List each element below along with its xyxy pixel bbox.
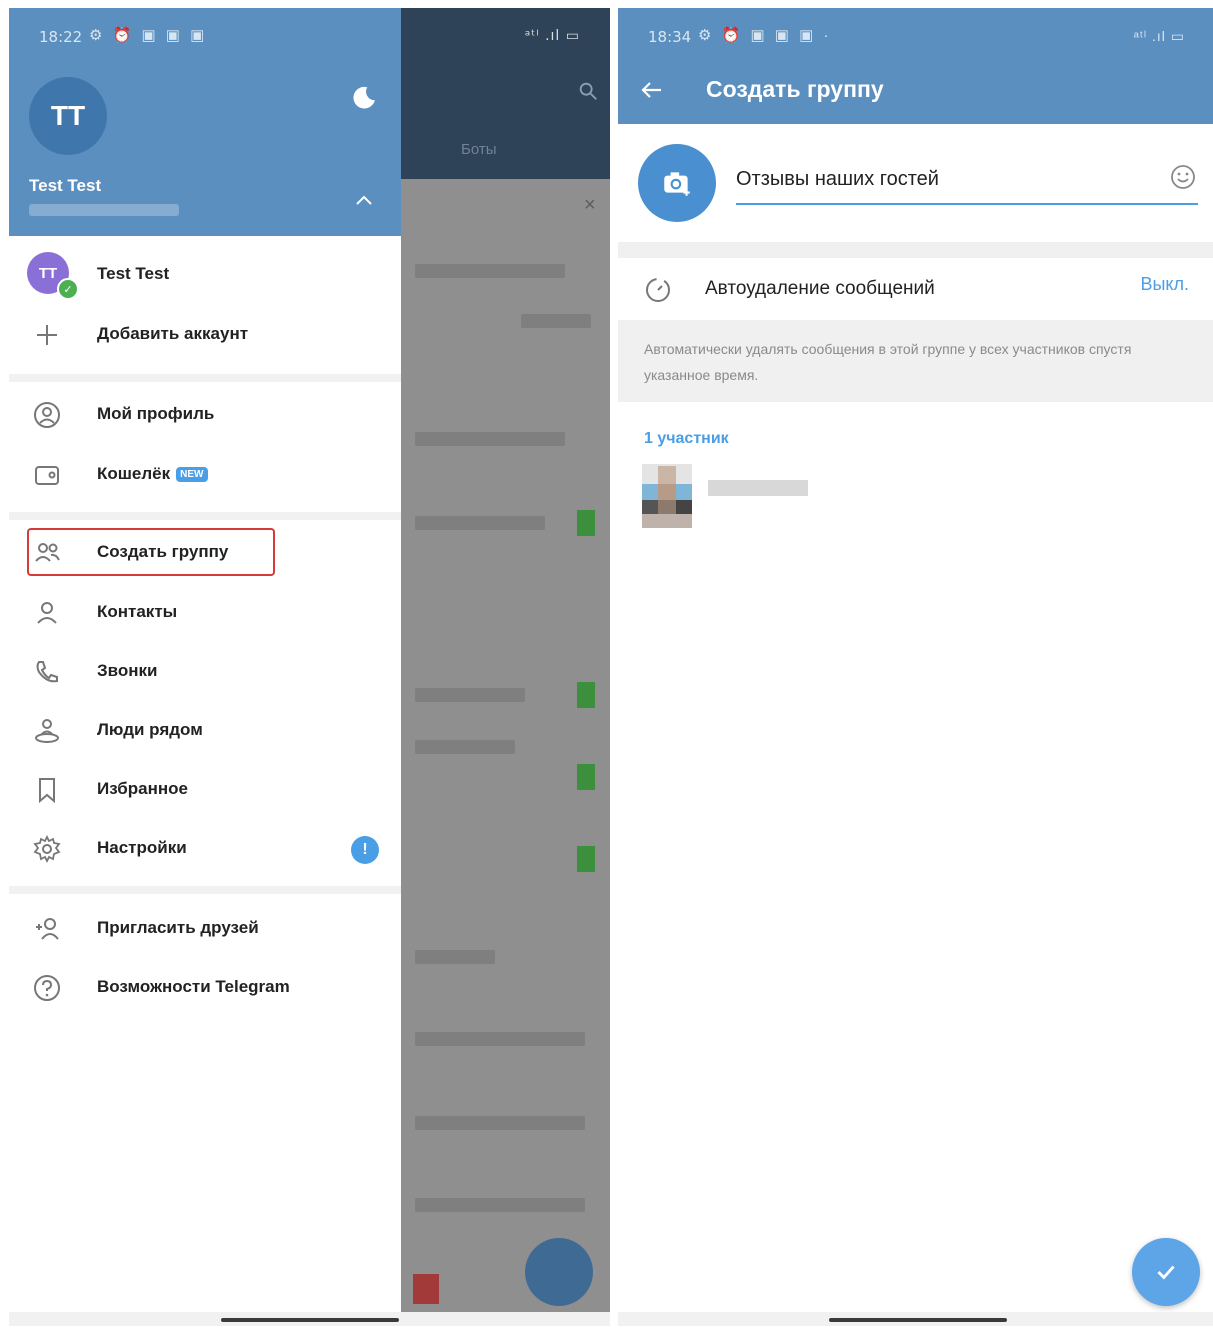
phone-icon	[36, 661, 58, 683]
menu-label: Избранное	[97, 779, 188, 798]
user-name: Test Test	[29, 176, 102, 195]
account-item[interactable]: TT ✓ Test Test	[9, 248, 401, 300]
blurred-chat-row	[521, 314, 591, 328]
background-chat-list: ᵃᵗˡ .ıl ▭ Боты ×	[401, 8, 610, 1326]
group-icon	[35, 543, 60, 562]
divider	[9, 374, 401, 382]
gear-icon	[33, 835, 61, 863]
bookmark-icon	[39, 778, 55, 804]
pencil-icon	[525, 1238, 593, 1306]
back-arrow-icon[interactable]	[640, 78, 664, 102]
compose-button[interactable]	[525, 1238, 593, 1306]
menu-label: Мой профиль	[97, 404, 215, 423]
member-name-blurred	[708, 480, 808, 496]
blurred-chat-row	[415, 516, 545, 530]
check-icon: ✓	[57, 278, 79, 300]
status-icons: ⚙ ⏰ ▣ ▣ ▣ ·	[698, 27, 832, 44]
blurred-chat-row	[415, 950, 495, 964]
add-account-label: Добавить аккаунт	[97, 324, 249, 343]
menu-label: Пригласить друзей	[97, 918, 259, 937]
menu-item-calls[interactable]: Звонки	[9, 645, 401, 697]
profile-icon	[34, 402, 60, 428]
set-photo-button[interactable]	[638, 144, 716, 222]
auto-delete-value[interactable]: Выкл.	[1140, 274, 1189, 295]
nearby-icon	[35, 719, 59, 743]
home-indicator[interactable]	[221, 1318, 399, 1322]
menu-label: Создать группу	[97, 542, 229, 561]
divider	[9, 886, 401, 894]
menu-item-features[interactable]: Возможности Telegram	[9, 961, 401, 1013]
wallet-label: Кошелёк	[97, 464, 171, 483]
chevron-up-icon[interactable]	[355, 194, 373, 206]
status-icons: ⚙ ⏰ ▣ ▣ ▣	[89, 27, 208, 44]
avatar[interactable]: TT	[29, 77, 107, 155]
wallet-icon	[35, 466, 59, 485]
unread-marker	[577, 846, 595, 872]
menu-item-saved[interactable]: Избранное	[9, 763, 401, 815]
status-signal: ᵃᵗˡ .ıl ▭	[1133, 28, 1185, 44]
menu-label: Звонки	[97, 661, 158, 680]
menu-label: Возможности Telegram	[97, 977, 290, 996]
blurred-chat-row	[415, 1116, 585, 1130]
auto-delete-label[interactable]: Автоудаление сообщений	[705, 278, 935, 300]
blurred-chat-row	[415, 1198, 585, 1212]
account-label: Test Test	[97, 264, 170, 283]
settings-alert-badge: !	[351, 836, 379, 864]
menu-label: Люди рядом	[97, 720, 203, 739]
navigation-drawer: 18:22 ⚙ ⏰ ▣ ▣ ▣ TT Test Test TT ✓ Test T…	[9, 8, 401, 1326]
menu-item-contacts[interactable]: Контакты	[9, 586, 401, 638]
menu-label: Настройки	[97, 838, 187, 857]
menu-item-invite[interactable]: Пригласить друзей	[9, 902, 401, 954]
blurred-chat-row	[415, 264, 565, 278]
menu-label: Контакты	[97, 602, 178, 621]
drawer-header: 18:22 ⚙ ⏰ ▣ ▣ ▣ TT Test Test	[9, 8, 401, 236]
auto-delete-description: Автоматически удалять сообщения в этой г…	[644, 341, 1132, 383]
plus-icon	[37, 325, 57, 345]
divider	[9, 512, 401, 520]
unread-marker-red	[413, 1274, 439, 1304]
menu-item-create-group[interactable]: Создать группу	[9, 526, 401, 578]
close-icon[interactable]: ×	[584, 194, 596, 217]
home-indicator[interactable]	[829, 1318, 1007, 1322]
blurred-chat-row	[415, 1032, 585, 1046]
page-title: Создать группу	[706, 76, 884, 102]
moon-icon[interactable]	[351, 84, 377, 110]
menu-item-settings[interactable]: Настройки	[9, 822, 401, 874]
input-underline	[736, 203, 1198, 205]
left-screenshot: ᵃᵗˡ .ıl ▭ Боты × 18:22 ⚙ ⏰ ▣ ▣ ▣ TT Test…	[9, 8, 610, 1326]
members-count: 1 участник	[644, 430, 729, 447]
camera-icon	[664, 172, 690, 196]
auto-delete-description-block: Автоматически удалять сообщения в этой г…	[618, 320, 1213, 402]
contact-icon	[37, 602, 57, 624]
status-time: 18:22	[39, 28, 83, 46]
background-status-signal: ᵃᵗˡ .ıl ▭	[524, 28, 580, 44]
group-name-input[interactable]: Отзывы наших гостей	[736, 168, 939, 191]
section-separator	[618, 242, 1213, 258]
unread-marker	[577, 764, 595, 790]
search-icon[interactable]	[577, 80, 599, 102]
menu-item-people-nearby[interactable]: Люди рядом	[9, 704, 401, 756]
menu-item-profile[interactable]: Мой профиль	[9, 388, 401, 440]
smile-icon[interactable]	[1170, 164, 1196, 190]
check-icon	[1157, 1265, 1175, 1280]
blurred-chat-row	[415, 740, 515, 754]
menu-item-wallet[interactable]: Кошелёк NEW	[9, 448, 401, 500]
phone-number-blurred	[29, 204, 179, 216]
add-friend-icon	[36, 918, 59, 940]
new-badge: NEW	[176, 467, 208, 483]
background-tab-bots[interactable]: Боты	[461, 141, 497, 158]
unread-marker	[577, 510, 595, 536]
app-header: 18:34 ⚙ ⏰ ▣ ▣ ▣ · ᵃᵗˡ .ıl ▭ Создать груп…	[618, 8, 1213, 124]
member-avatar[interactable]	[642, 464, 692, 528]
confirm-button[interactable]	[1132, 1238, 1200, 1306]
right-screenshot: 18:34 ⚙ ⏰ ▣ ▣ ▣ · ᵃᵗˡ .ıl ▭ Создать груп…	[618, 8, 1213, 1326]
status-time: 18:34	[648, 28, 692, 46]
blurred-chat-row	[415, 688, 525, 702]
menu-label: Кошелёк NEW	[97, 464, 208, 484]
blurred-chat-row	[415, 432, 565, 446]
unread-marker	[577, 682, 595, 708]
timer-icon	[646, 278, 670, 302]
help-icon	[34, 975, 60, 1001]
add-account-item[interactable]: Добавить аккаунт	[9, 308, 401, 360]
